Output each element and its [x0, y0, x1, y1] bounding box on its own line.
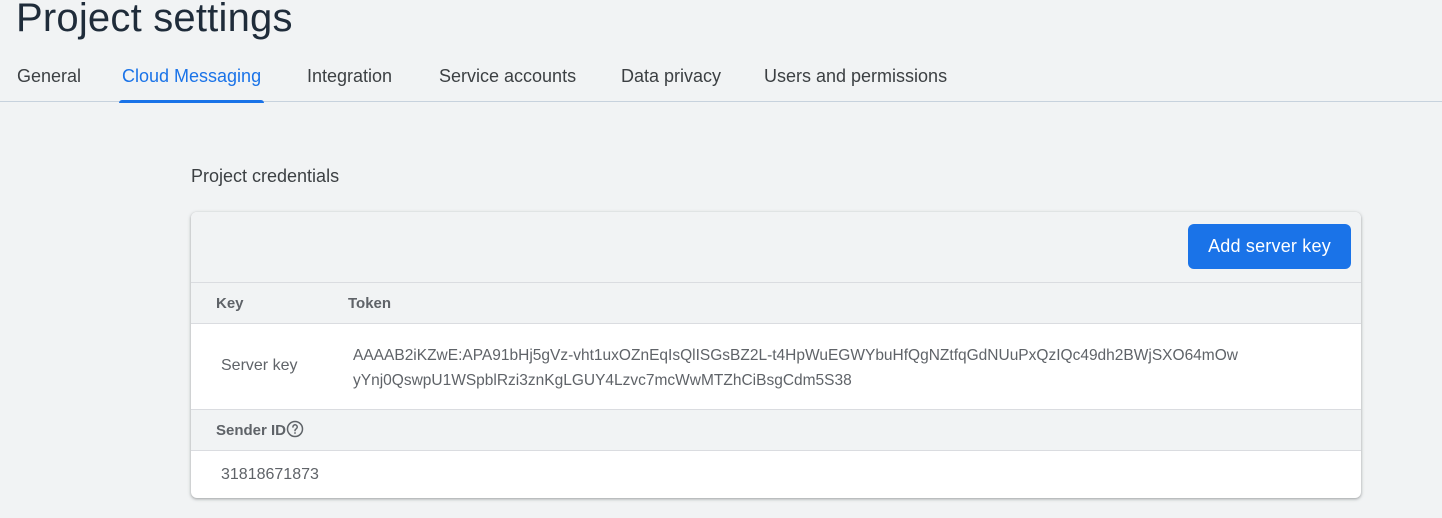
column-header-token: Token — [348, 295, 392, 312]
sender-id-value[interactable]: 31818671873 — [221, 466, 319, 484]
tab-cloud-messaging[interactable]: Cloud Messaging — [119, 66, 265, 103]
tab-integration[interactable]: Integration — [304, 66, 395, 100]
tab-users-and-permissions[interactable]: Users and permissions — [761, 66, 950, 100]
tab-general[interactable]: General — [14, 66, 84, 100]
server-key-token-line-1: AAAAB2iKZwE:APA91bHj5gVz-vht1uxOZnEqIsQl… — [353, 347, 1238, 364]
section-title: Project credentials — [191, 166, 340, 186]
page-title: Project settings — [16, 0, 293, 40]
server-key-label: Server key — [221, 357, 298, 374]
tab-data-privacy[interactable]: Data privacy — [618, 66, 724, 100]
help-circle-icon[interactable] — [286, 420, 304, 438]
table-header: Key Token — [191, 283, 1361, 324]
column-header-key: Key — [216, 295, 244, 312]
card-toolbar: Add server key — [191, 212, 1361, 283]
add-server-key-button[interactable]: Add server key — [1188, 224, 1351, 269]
sender-id-header: Sender ID — [191, 409, 1361, 451]
tab-service-accounts[interactable]: Service accounts — [436, 66, 579, 100]
table-row: Server key AAAAB2iKZwE:APA91bHj5gVz-vht1… — [191, 324, 1361, 409]
settings-tabs: General Cloud Messaging Integration Serv… — [0, 62, 1442, 103]
server-key-token-line-2: yYnj0QswpU1WSpblRzi3znKgLGUY4Lzvc7mcWwMT… — [353, 372, 852, 389]
credentials-card: Add server key Key Token Server key AAAA… — [191, 212, 1361, 498]
server-key-token[interactable]: AAAAB2iKZwE:APA91bHj5gVz-vht1uxOZnEqIsQl… — [353, 343, 1253, 393]
sender-id-label: Sender ID — [216, 422, 287, 439]
